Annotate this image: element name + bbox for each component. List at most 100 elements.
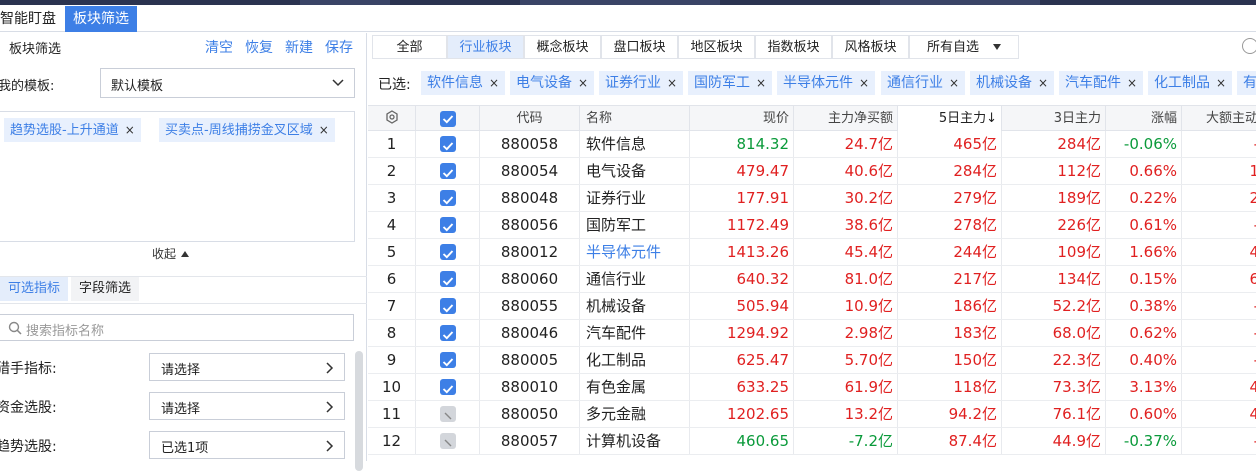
close-icon[interactable]: × — [949, 76, 959, 90]
tab-concept[interactable]: 概念板块 — [524, 35, 601, 59]
row-name[interactable]: 计算机设备 — [580, 428, 690, 454]
tab-watchlist-dropdown[interactable]: 所有自选 — [909, 35, 1019, 59]
table-row[interactable]: 8 880046汽车配件1294.922.98亿183亿68.0亿0.62%- — [368, 320, 1256, 347]
row-checkbox[interactable] — [440, 163, 456, 179]
vertical-scrollbar[interactable] — [355, 351, 363, 471]
row-name[interactable]: 有色金属 — [580, 374, 690, 400]
header-select-all[interactable] — [416, 106, 480, 131]
row-checkbox[interactable] — [440, 136, 456, 152]
collapse-toggle[interactable]: 收起 — [152, 245, 190, 262]
column-header-change[interactable]: 涨幅 — [1106, 106, 1182, 131]
row-name[interactable]: 化工制品 — [580, 347, 690, 373]
strategy-tag[interactable]: 趋势选股-上升通道 × — [4, 118, 141, 142]
table-row[interactable]: 4 880056国防军工1172.4938.6亿278亿226亿0.61%- — [368, 212, 1256, 239]
tab-sector-filter[interactable]: 板块筛选 — [65, 6, 137, 32]
radio-button[interactable] — [1242, 38, 1256, 54]
filter-select[interactable]: 请选择 — [149, 353, 345, 381]
tab-market[interactable]: 盘口板块 — [601, 35, 678, 59]
sector-chip[interactable]: 证券行业 × — [599, 71, 684, 95]
checkmark-icon — [442, 196, 454, 205]
close-icon[interactable]: × — [1038, 76, 1048, 90]
table-row[interactable]: 2 880054电气设备479.4740.6亿284亿112亿0.66%1 — [368, 158, 1256, 185]
table-row[interactable]: 6880060通信行业640.3281.0亿217亿134亿0.15%6 — [368, 266, 1256, 293]
restore-button[interactable]: 恢复 — [245, 37, 273, 57]
column-header-3day[interactable]: 3日主力 — [1002, 106, 1106, 131]
row-name[interactable]: 国防军工 — [580, 212, 690, 238]
close-icon[interactable]: × — [1216, 76, 1226, 90]
filter-select[interactable]: 已选1项 — [149, 431, 345, 459]
close-icon[interactable]: × — [756, 76, 766, 90]
strategy-tag[interactable]: 买卖点-周线捕捞金叉区域 × — [159, 118, 335, 142]
row-checkbox[interactable] — [440, 352, 456, 368]
row-checkbox[interactable] — [440, 271, 456, 287]
row-checkbox[interactable] — [440, 244, 456, 260]
chevron-down-icon — [332, 79, 344, 87]
tab-all[interactable]: 全部 — [372, 35, 447, 59]
table-row[interactable]: 5 880012半导体元件1413.2645.4亿244亿109亿1.66%4 — [368, 239, 1256, 266]
row-checkbox[interactable] — [440, 217, 456, 233]
close-icon[interactable]: × — [319, 123, 329, 137]
sector-chip[interactable]: 电气设备 × — [510, 71, 595, 95]
column-header-name[interactable]: 名称 — [580, 106, 690, 131]
template-select[interactable]: 默认模板 — [100, 68, 355, 98]
sector-chip[interactable]: 汽车配件 × — [1059, 71, 1144, 95]
sector-chip[interactable]: 通信行业 × — [881, 71, 966, 95]
column-header-price[interactable]: 现价 — [690, 106, 794, 131]
tab-smart-monitor[interactable]: 智能盯盘 — [0, 6, 64, 32]
filter-select[interactable]: 请选择 — [149, 392, 345, 420]
row-name[interactable]: 机械设备 — [580, 293, 690, 319]
save-button[interactable]: 保存 — [325, 37, 353, 57]
close-icon[interactable]: × — [667, 76, 677, 90]
sector-chip[interactable]: 化工制品 × — [1148, 71, 1233, 95]
select-all-checkbox[interactable] — [440, 111, 456, 127]
table-row[interactable]: 3 880048证券行业177.9130.2亿279亿189亿0.22%2 — [368, 185, 1256, 212]
sector-chip[interactable]: 机械设备 × — [970, 71, 1055, 95]
row-name[interactable]: 通信行业 — [580, 266, 690, 292]
table-row[interactable]: 12 880057 计算机设备 460.65 -7.2亿 87.4亿 44.9亿 -0.37%… — [368, 428, 1256, 455]
sector-chip[interactable]: 国防军工 × — [688, 71, 773, 95]
row-index: 4 — [368, 212, 416, 238]
search-placeholder: 搜索指标名称 — [26, 324, 105, 339]
close-icon[interactable]: × — [859, 76, 869, 90]
row-checkbox[interactable] — [440, 190, 456, 206]
tab-industry[interactable]: 行业板块 — [447, 35, 524, 59]
tab-available-indicators[interactable]: 可选指标 — [0, 277, 69, 301]
row-name[interactable]: 汽车配件 — [580, 320, 690, 346]
row-5day: 244亿 — [898, 239, 1002, 265]
table-row[interactable]: 7 880055机械设备505.9410.9亿186亿52.2亿0.38%- — [368, 293, 1256, 320]
table-row[interactable]: 11 880050多元金融1202.6513.2亿94.2亿76.1亿0.60%4 — [368, 401, 1256, 428]
new-button[interactable]: 新建 — [285, 37, 313, 57]
table-row[interactable]: 10 880010有色金属633.2561.9亿118亿73.3亿3.13%4 — [368, 374, 1256, 401]
column-header-big-active[interactable]: 大额主动 — [1182, 106, 1256, 131]
sector-chip[interactable]: 软件信息 × — [421, 71, 506, 95]
row-name[interactable]: 多元金融 — [580, 401, 690, 427]
column-header-code[interactable]: 代码 — [480, 106, 580, 131]
row-checkbox[interactable] — [440, 325, 456, 341]
row-checkbox[interactable] — [440, 406, 456, 422]
sector-chip[interactable]: 半导体元件 × — [777, 71, 876, 95]
row-checkbox[interactable] — [440, 433, 456, 449]
close-icon[interactable]: × — [578, 76, 588, 90]
column-settings[interactable] — [368, 106, 416, 131]
indicator-search-input[interactable]: 搜索指标名称 — [0, 314, 354, 341]
tab-style[interactable]: 风格板块 — [832, 35, 909, 59]
row-name[interactable]: 软件信息 — [580, 131, 690, 157]
tab-field-filter[interactable]: 字段筛选 — [71, 277, 140, 301]
table-row[interactable]: 1 880058软件信息814.3224.7亿465亿284亿-0.06%- — [368, 131, 1256, 158]
sector-chip[interactable]: 有 — [1237, 71, 1256, 95]
row-name[interactable]: 电气设备 — [580, 158, 690, 184]
table-row[interactable]: 9 880005化工制品625.475.70亿150亿22.3亿0.40%- — [368, 347, 1256, 374]
tab-index[interactable]: 指数板块 — [755, 35, 832, 59]
close-icon[interactable]: × — [125, 123, 135, 137]
row-checkbox[interactable] — [440, 298, 456, 314]
row-checkbox[interactable] — [440, 379, 456, 395]
column-header-net-buy[interactable]: 主力净买额 — [794, 106, 898, 131]
tab-region[interactable]: 地区板块 — [678, 35, 755, 59]
close-icon[interactable]: × — [1127, 76, 1137, 90]
row-name[interactable]: 证券行业 — [580, 185, 690, 211]
column-header-5day[interactable]: 5日主力↓ — [898, 106, 1002, 131]
strategy-tag-label: 买卖点-周线捕捞金叉区域 — [165, 123, 313, 138]
row-name[interactable]: 半导体元件 — [580, 239, 690, 265]
clear-button[interactable]: 清空 — [205, 37, 233, 57]
close-icon[interactable]: × — [489, 76, 499, 90]
